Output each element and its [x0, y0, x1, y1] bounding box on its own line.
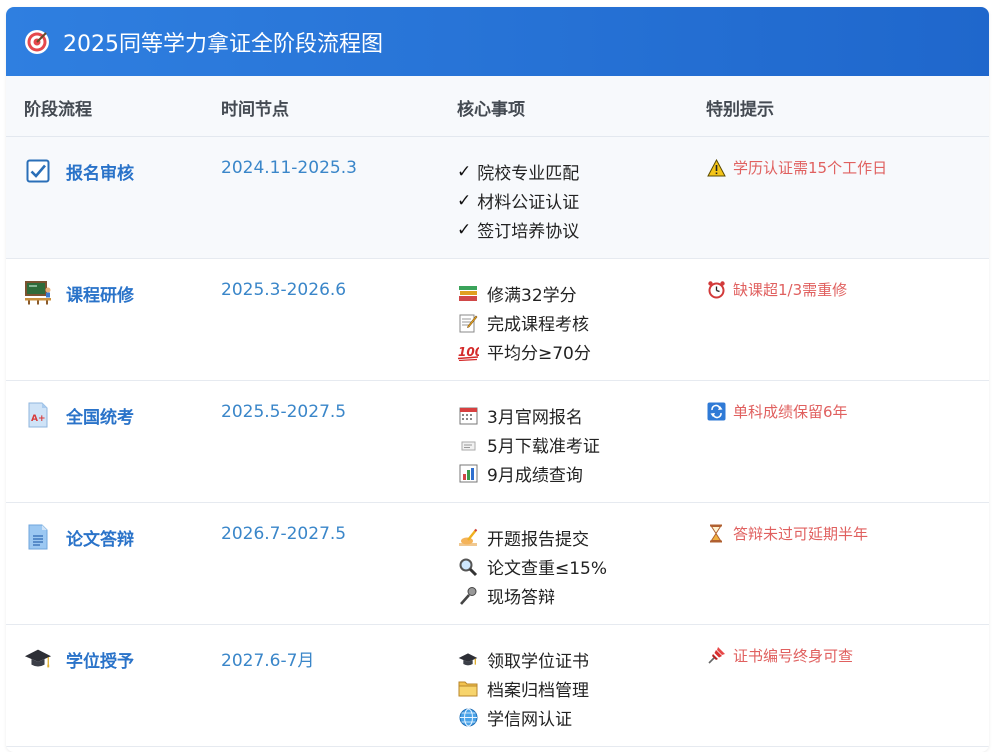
warning-icon: [706, 158, 726, 178]
stage-name: 学位授予: [66, 652, 134, 672]
list-item: 5月下载准考证: [457, 430, 600, 459]
core-items: ✓ 院校专业匹配 ✓ 材料公证认证 ✓ 签订培养协议: [457, 157, 579, 244]
svg-text:A+: A+: [31, 414, 46, 424]
col-time: 时间节点: [221, 100, 289, 120]
flowchart-card: 2025同等学力拿证全阶段流程图 阶段流程 时间节点 核心事项 特别提示 报名审…: [6, 7, 989, 752]
check-mark-icon: ✓: [457, 219, 472, 240]
document-icon: [24, 523, 52, 551]
check-mark-icon: ✓: [457, 161, 472, 182]
microphone-icon: [457, 585, 479, 607]
list-item: 档案归档管理: [457, 674, 589, 703]
time-range: 2024.11-2025.3: [221, 158, 357, 178]
special-tip: 答辩未过可延期半年: [706, 523, 868, 544]
pushpin-icon: [706, 646, 726, 666]
memo-icon: [457, 312, 479, 334]
bar-chart-icon: [457, 463, 479, 485]
core-items: 领取学位证书 档案归档管理 学信网认证: [457, 645, 589, 732]
time-range: 2025.3-2026.6: [221, 280, 347, 300]
check-mark-icon: ✓: [457, 190, 472, 211]
time-range: 2026.7-2027.5: [221, 524, 347, 544]
list-item: 学信网认证: [457, 703, 589, 732]
stage-name: 报名审核: [66, 164, 134, 184]
graduation-cap-icon: [457, 649, 479, 671]
list-item: 领取学位证书: [457, 645, 589, 674]
hourglass-icon: [706, 524, 726, 544]
list-item: ✓ 签订培养协议: [457, 219, 580, 243]
col-stage: 阶段流程: [24, 100, 92, 120]
list-item: 现场答辩: [457, 581, 607, 610]
classroom-icon: [24, 279, 52, 307]
alarm-clock-icon: [706, 280, 726, 300]
table-row: A+ 全国统考 2025.5-2027.5 3月官网报名 5月下载准考证 9月成…: [6, 381, 989, 503]
list-item: 100 平均分≥70分: [457, 337, 591, 366]
core-items: 开题报告提交 论文查重≤15% 现场答辩: [457, 523, 607, 610]
ticket-icon: [457, 434, 479, 456]
writing-hand-icon: [457, 527, 479, 549]
list-item: 修满32学分: [457, 279, 591, 308]
folder-icon: [457, 678, 479, 700]
table-row: 学位授予 2027.6-7月 领取学位证书 档案归档管理 学信网认证 证书编号终…: [6, 625, 989, 747]
grade-paper-icon: A+: [24, 401, 52, 429]
special-tip: 证书编号终身可查: [706, 645, 853, 666]
table-row: 课程研修 2025.3-2026.6 修满32学分 完成课程考核 100 平均分…: [6, 259, 989, 381]
list-item: ✓ 院校专业匹配: [457, 161, 580, 185]
special-tip: 单科成绩保留6年: [706, 401, 848, 422]
list-item: 3月官网报名: [457, 401, 600, 430]
repeat-icon: [706, 402, 726, 422]
special-tip: 学历认证需15个工作日: [706, 157, 887, 178]
graduation-cap-icon: [24, 645, 52, 673]
target-icon: [24, 29, 50, 55]
core-items: 修满32学分 完成课程考核 100 平均分≥70分: [457, 279, 591, 366]
col-items: 核心事项: [457, 100, 525, 120]
stage-name: 全国统考: [66, 408, 134, 428]
table-row: 报名审核 2024.11-2025.3 ✓ 院校专业匹配 ✓ 材料公证认证 ✓ 签订培…: [6, 137, 989, 259]
table-row: 论文答辩 2026.7-2027.5 开题报告提交 论文查重≤15% 现场答辩 …: [6, 503, 989, 625]
col-tip: 特别提示: [706, 100, 774, 120]
magnifier-icon: [457, 556, 479, 578]
column-header: 阶段流程 时间节点 核心事项 特别提示: [6, 76, 989, 137]
stage-name: 课程研修: [66, 286, 134, 306]
list-item: 9月成绩查询: [457, 459, 600, 488]
list-item: 论文查重≤15%: [457, 552, 607, 581]
time-range: 2025.5-2027.5: [221, 402, 347, 422]
time-range: 2027.6-7月: [221, 651, 315, 671]
list-item: 完成课程考核: [457, 308, 591, 337]
books-icon: [457, 283, 479, 305]
hundred-icon: 100: [457, 341, 479, 363]
checkbox-icon: [24, 157, 52, 185]
list-item: ✓ 材料公证认证: [457, 190, 580, 214]
calendar-icon: [457, 405, 479, 427]
list-item: 开题报告提交: [457, 523, 607, 552]
stage-name: 论文答辩: [66, 530, 134, 550]
special-tip: 缺课超1/3需重修: [706, 279, 847, 300]
core-items: 3月官网报名 5月下载准考证 9月成绩查询: [457, 401, 600, 488]
title-bar: 2025同等学力拿证全阶段流程图: [6, 7, 989, 76]
globe-icon: [457, 707, 479, 729]
page-title: 2025同等学力拿证全阶段流程图: [63, 31, 383, 57]
